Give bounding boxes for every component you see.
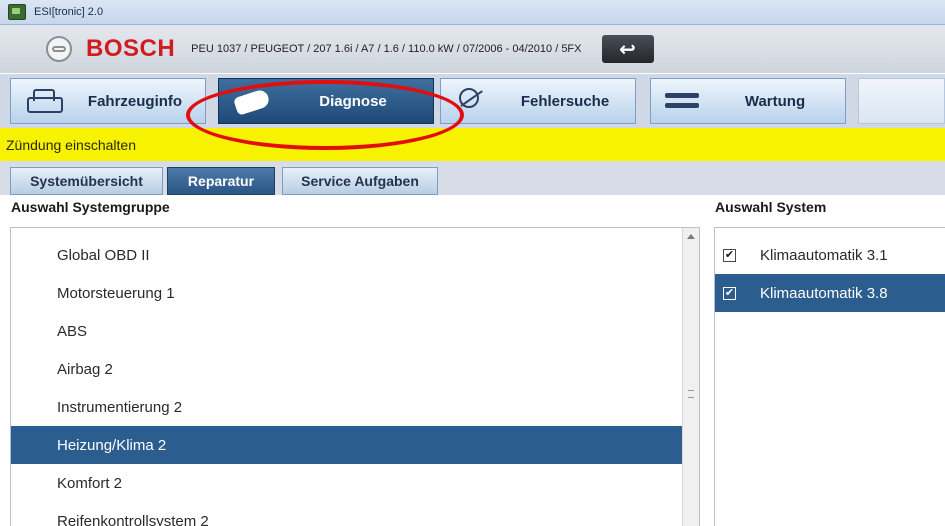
scroll-up-arrow-icon[interactable] [687, 234, 695, 239]
main-tab-bar: Fahrzeuginfo Diagnose Fehlersuche Wartun… [0, 74, 945, 128]
car-icon [21, 85, 65, 117]
system-heading: Auswahl System [715, 199, 827, 215]
tab-fehlersuche[interactable]: Fehlersuche [440, 78, 636, 124]
tab-fahrzeuginfo[interactable]: Fahrzeuginfo [10, 78, 206, 124]
tab-diagnose[interactable]: Diagnose [218, 78, 434, 124]
tab-label: Diagnose [319, 92, 387, 110]
tab-label: Wartung [744, 92, 806, 110]
tab-wartung[interactable]: Wartung [650, 78, 846, 124]
subtab-label: Systemübersicht [30, 173, 143, 189]
header-bar: BOSCH PEU 1037 / PEUGEOT / 207 1.6i / A7… [0, 25, 945, 73]
title-bar: ESI[tronic] 2.0 [0, 0, 945, 25]
system-item-label: Klimaautomatik 3.8 [760, 284, 888, 302]
disabled-tab-icon [869, 85, 913, 117]
window-title: ESI[tronic] 2.0 [34, 6, 104, 18]
list-scrollbar[interactable] [682, 228, 699, 526]
list-item[interactable]: Komfort 2 [11, 464, 683, 502]
subtab-reparatur[interactable]: Reparatur [167, 167, 275, 195]
list-item[interactable]: Reifenkontrollsystem 2 [11, 502, 683, 526]
back-arrow-icon: ↩ [619, 38, 636, 61]
list-item[interactable]: Global OBD II [11, 236, 683, 274]
systemgruppe-list: Global OBD II Motorsteuerung 1 ABS Airba… [10, 227, 700, 526]
list-item-selected[interactable]: Heizung/Klima 2 [11, 426, 683, 464]
brand-name: BOSCH [86, 35, 176, 62]
subtab-systemuebersicht[interactable]: Systemübersicht [10, 167, 163, 195]
system-item-selected[interactable]: ✔ Klimaautomatik 3.8 [715, 274, 945, 312]
system-list: ✔ Klimaautomatik 3.1 ✔ Klimaautomatik 3.… [714, 227, 945, 526]
tab-label: Fehlersuche [520, 92, 610, 110]
sub-tab-bar: Systemübersicht Reparatur Service Aufgab… [0, 161, 945, 195]
vehicle-info: PEU 1037 / PEUGEOT / 207 1.6i / A7 / 1.6… [191, 43, 582, 55]
subtab-label: Reparatur [187, 173, 255, 189]
system-checkbox[interactable]: ✔ [723, 286, 736, 300]
list-item[interactable]: Motorsteuerung 1 [11, 274, 683, 312]
system-item-label: Klimaautomatik 3.1 [760, 246, 888, 264]
status-bar: Zündung einschalten [0, 128, 945, 161]
systemgruppe-heading: Auswahl Systemgruppe [11, 199, 170, 215]
scroll-grip-icon[interactable] [688, 390, 694, 398]
list-item[interactable]: Instrumentierung 2 [11, 388, 683, 426]
status-message: Zündung einschalten [6, 136, 136, 153]
wrench-icon [661, 85, 705, 117]
bosch-logo-icon [46, 36, 72, 62]
subtab-service-aufgaben[interactable]: Service Aufgaben [282, 167, 438, 195]
tab-label: Fahrzeuginfo [87, 92, 183, 110]
esitronic-app-icon [8, 4, 26, 20]
system-checkbox[interactable]: ✔ [723, 248, 736, 262]
search-icon [451, 85, 495, 117]
subtab-label: Service Aufgaben [301, 173, 419, 189]
list-item[interactable]: ABS [11, 312, 683, 350]
list-item[interactable]: Airbag 2 [11, 350, 683, 388]
plug-icon [229, 85, 273, 117]
tab-disabled [858, 78, 945, 124]
system-item[interactable]: ✔ Klimaautomatik 3.1 [715, 236, 945, 274]
back-button[interactable]: ↩ [601, 35, 654, 63]
